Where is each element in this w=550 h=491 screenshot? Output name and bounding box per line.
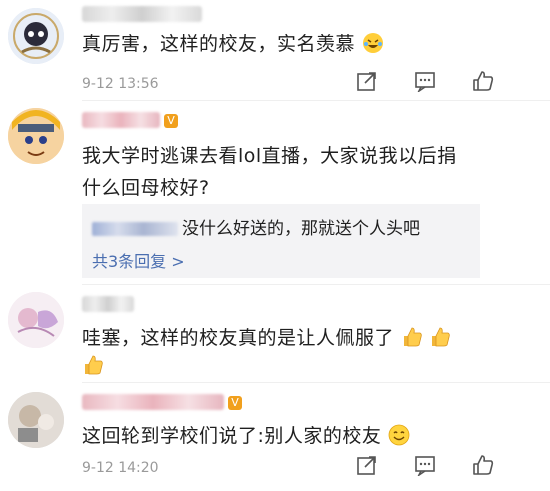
comment-text-line: 我大学时逃课去看lol直播，大家说我以后捐: [82, 145, 457, 167]
avatar[interactable]: [8, 108, 64, 164]
comment-text: 这回轮到学校们说了:别人家的校友: [82, 420, 460, 456]
comment-text-line: 什么回母校好?: [82, 177, 210, 199]
comment-actions: [356, 70, 494, 92]
comment-timestamp: 9-12 14:20: [82, 460, 159, 476]
comment-text-content: 真厉害，这样的校友，实名羡慕: [82, 33, 356, 55]
comment-icon[interactable]: [414, 70, 436, 92]
laughing-crying-emoji-icon: [362, 32, 384, 64]
avatar[interactable]: [8, 292, 64, 348]
comment-item: V 我大学时逃课去看lol直播，大家说我以后捐 什么回母校好? 没什么好送的，那…: [0, 100, 550, 280]
comment-actions: [356, 454, 494, 476]
comment-text-content: 哇塞，这样的校友真的是让人佩服了: [82, 327, 395, 349]
avatar-image: [8, 392, 64, 448]
avatar-image: [8, 8, 64, 64]
reply-preview[interactable]: 没什么好送的，那就送个人头吧 共3条回复 >: [82, 204, 480, 278]
verified-badge-icon: V: [228, 396, 242, 410]
comment-item: 真厉害，这样的校友，实名羡慕 9-12 13:56: [0, 0, 550, 100]
reply-username-redacted[interactable]: [92, 222, 178, 236]
comment-timestamp: 9-12 13:56: [82, 76, 159, 92]
username-redacted[interactable]: [82, 6, 202, 22]
comment-item: V 这回轮到学校们说了:别人家的校友 9-12 14:20: [0, 382, 550, 491]
like-icon[interactable]: [472, 70, 494, 92]
avatar[interactable]: [8, 392, 64, 448]
smiling-emoji-icon: [388, 424, 410, 456]
username-redacted[interactable]: [82, 296, 134, 312]
comment-item: 哇塞，这样的校友真的是让人佩服了: [0, 284, 550, 380]
share-icon[interactable]: [356, 70, 378, 92]
share-icon[interactable]: [356, 454, 378, 476]
comment-text: 哇塞，这样的校友真的是让人佩服了: [82, 322, 530, 358]
username-redacted[interactable]: [82, 112, 160, 128]
thumbs-up-emoji-icon: [429, 326, 451, 358]
username-redacted[interactable]: [82, 394, 224, 410]
comment-text-content: 这回轮到学校们说了:别人家的校友: [82, 425, 382, 447]
comment-icon[interactable]: [414, 454, 436, 476]
view-more-replies-link[interactable]: 共3条回复 >: [92, 248, 185, 272]
comment-text: 真厉害，这样的校友，实名羡慕: [82, 28, 460, 64]
verified-badge-icon: V: [164, 114, 178, 128]
thumbs-up-emoji-icon: [401, 326, 423, 358]
avatar[interactable]: [8, 8, 64, 64]
thumbs-up-emoji-icon: [82, 354, 104, 380]
comment-text: 我大学时逃课去看lol直播，大家说我以后捐 什么回母校好?: [82, 140, 480, 204]
like-icon[interactable]: [472, 454, 494, 476]
reply-text: 没什么好送的，那就送个人头吧: [182, 219, 420, 239]
avatar-image: [8, 108, 64, 164]
reply-line: 没什么好送的，那就送个人头吧: [92, 214, 420, 239]
avatar-image: [8, 292, 64, 348]
